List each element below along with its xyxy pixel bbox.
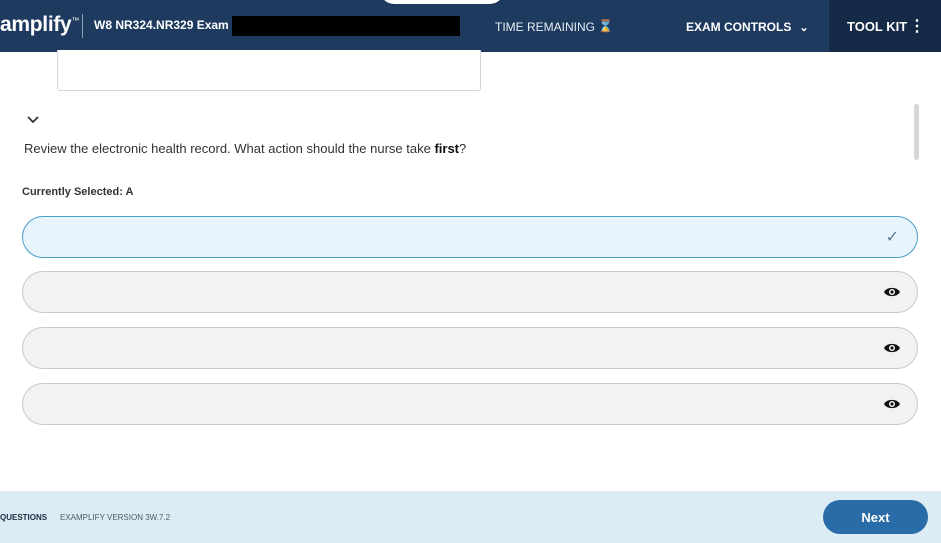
answer-option-text — [53, 396, 383, 410]
eye-icon[interactable] — [883, 341, 901, 355]
check-icon: ✓ — [885, 229, 899, 246]
currently-selected-label: Currently Selected: A — [22, 186, 134, 198]
top-bar: amplify™ W8 NR324.NR329 Exam 2 TIME REMA… — [0, 0, 941, 52]
exam-title: W8 NR324.NR329 Exam 2 — [94, 18, 239, 32]
scrollbar-thumb[interactable] — [914, 104, 919, 160]
time-remaining-label: TIME REMAINING — [495, 20, 596, 34]
brand-trademark: ™ — [71, 16, 80, 25]
question-stem: Review the electronic health record. Wha… — [24, 141, 466, 156]
stimulus-panel — [57, 50, 481, 91]
camera-notch — [380, 0, 504, 4]
answer-option-c[interactable] — [22, 327, 918, 369]
more-vertical-icon: ⋮ — [909, 18, 925, 35]
hourglass-icon[interactable]: ⌛ — [598, 19, 613, 33]
eye-icon[interactable] — [883, 285, 901, 299]
answer-option-text — [53, 229, 383, 243]
chevron-down-icon: ⌄ — [799, 22, 809, 34]
answer-option-text — [53, 284, 383, 298]
answer-option-b[interactable] — [22, 271, 918, 313]
answer-option-a[interactable]: ✓ — [22, 216, 918, 258]
next-button[interactable]: Next — [823, 500, 928, 534]
brand-name: amplify — [0, 13, 72, 36]
answer-option-text — [53, 340, 383, 354]
brand-logo: amplify™ — [0, 13, 79, 37]
question-text-end: ? — [459, 141, 467, 156]
answer-option-d[interactable] — [22, 383, 918, 425]
version-label: EXAMPLIFY VERSION 3W.7.2 — [60, 513, 171, 522]
eye-icon[interactable] — [883, 397, 901, 411]
chevron-down-icon[interactable] — [26, 113, 40, 127]
brand-divider — [82, 14, 83, 38]
tool-kit-button[interactable]: TOOL KIT ⋮ — [829, 0, 941, 52]
redaction-bar — [232, 16, 460, 36]
footer-bar: QUESTIONS EXAMPLIFY VERSION 3W.7.2 Next — [0, 491, 941, 543]
questions-link[interactable]: QUESTIONS — [0, 513, 47, 522]
question-emphasis: first — [434, 141, 460, 156]
tool-kit-label: TOOL KIT — [847, 19, 908, 34]
exam-controls-label: EXAM CONTROLS — [686, 20, 792, 34]
exam-controls-button[interactable]: EXAM CONTROLS ⌄ — [686, 20, 809, 34]
question-text: Review the electronic health record. Wha… — [24, 141, 435, 156]
